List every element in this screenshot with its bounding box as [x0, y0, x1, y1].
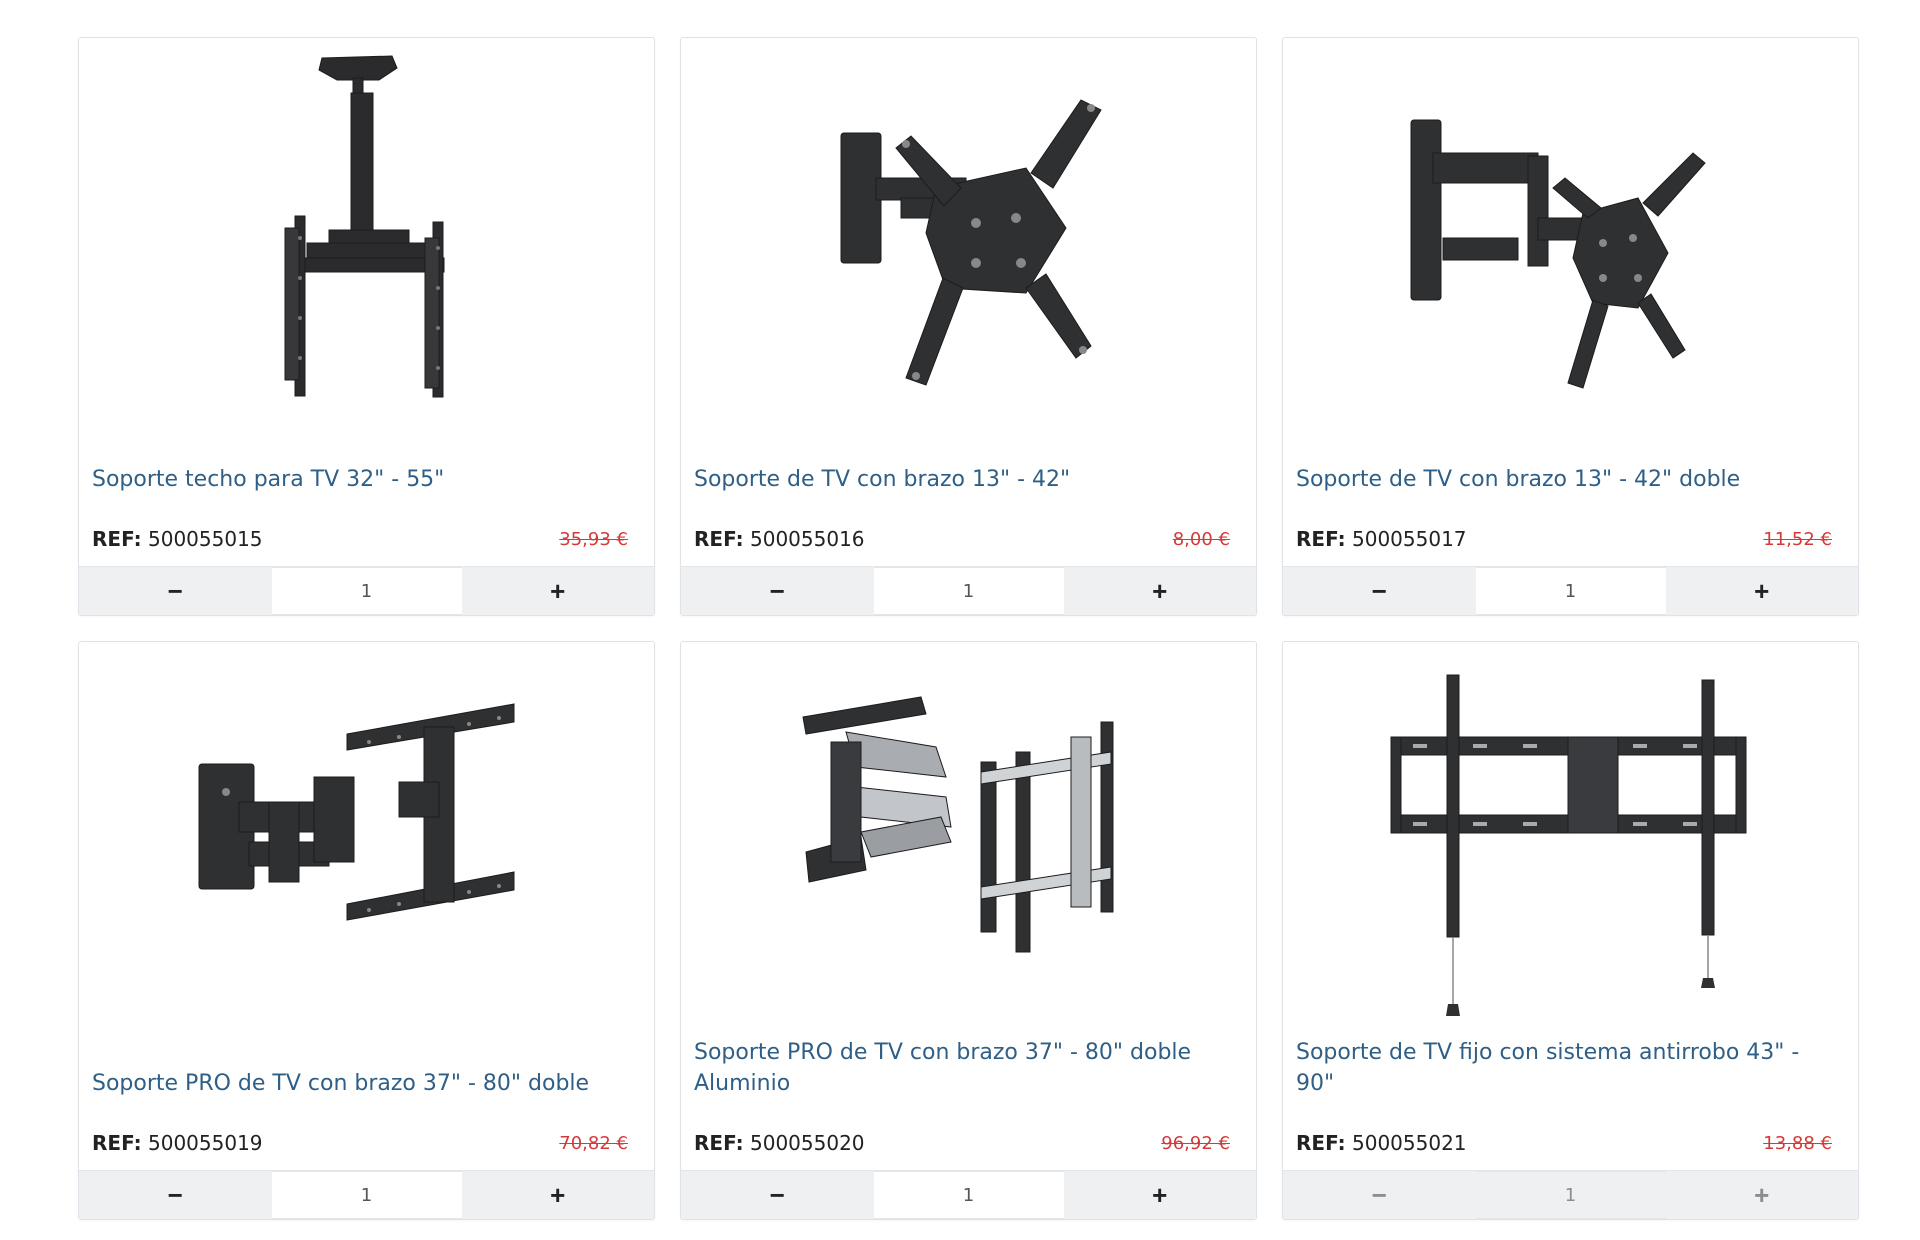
- ref-label: REF:: [92, 527, 142, 551]
- decrease-quantity-button[interactable]: −: [1283, 567, 1476, 615]
- old-price: 13,88 €: [1763, 1132, 1832, 1154]
- ref-row: REF: 500055017 11,52 €: [1296, 526, 1832, 552]
- ref-text: REF: 500055015: [92, 527, 263, 551]
- product-title[interactable]: Soporte techo para TV 32" - 55": [92, 464, 634, 495]
- product-card: Soporte de TV con brazo 13" - 42" doble …: [1282, 37, 1859, 616]
- product-image[interactable]: [681, 38, 1256, 448]
- old-price: 70,82 €: [559, 1132, 628, 1154]
- pro-aluminium-arm-tv-mount-icon: [802, 696, 1114, 953]
- ref-text: REF: 500055017: [1296, 527, 1467, 551]
- pro-double-arm-tv-mount-icon: [198, 703, 515, 921]
- decrease-quantity-button[interactable]: −: [79, 1171, 272, 1219]
- quantity-input[interactable]: [271, 1171, 462, 1219]
- old-price: 11,52 €: [1763, 528, 1832, 550]
- product-image[interactable]: [1283, 642, 1858, 1052]
- decrease-quantity-button[interactable]: −: [681, 567, 874, 615]
- product-title[interactable]: Soporte de TV con brazo 13" - 42" doble: [1296, 464, 1838, 495]
- ref-value: 500055020: [750, 1131, 865, 1155]
- ref-value: 500055019: [148, 1131, 263, 1155]
- decrease-quantity-button[interactable]: −: [79, 567, 272, 615]
- increase-quantity-button[interactable]: +: [462, 567, 655, 615]
- product-image[interactable]: [79, 38, 654, 448]
- ref-label: REF:: [92, 1131, 142, 1155]
- product-card: Soporte PRO de TV con brazo 37" - 80" do…: [680, 641, 1257, 1220]
- quantity-input[interactable]: [271, 567, 462, 615]
- ref-label: REF:: [1296, 527, 1346, 551]
- decrease-quantity-button[interactable]: −: [1283, 1171, 1476, 1219]
- fixed-antitheft-tv-mount-icon: [1390, 674, 1747, 1016]
- ref-value: 500055016: [750, 527, 865, 551]
- double-arm-tv-mount-icon: [1410, 119, 1706, 389]
- old-price: 8,00 €: [1172, 528, 1230, 550]
- product-title[interactable]: Soporte PRO de TV con brazo 37" - 80" do…: [694, 1037, 1236, 1099]
- product-card: Soporte PRO de TV con brazo 37" - 80" do…: [78, 641, 655, 1220]
- quantity-stepper: − +: [681, 566, 1256, 615]
- quantity-stepper: − +: [681, 1170, 1256, 1219]
- increase-quantity-button[interactable]: +: [1666, 567, 1859, 615]
- product-card: Soporte techo para TV 32" - 55" REF: 500…: [78, 37, 655, 616]
- ref-label: REF:: [1296, 1131, 1346, 1155]
- ref-row: REF: 500055020 96,92 €: [694, 1130, 1230, 1156]
- ref-label: REF:: [694, 527, 744, 551]
- increase-quantity-button[interactable]: +: [462, 1171, 655, 1219]
- ref-text: REF: 500055021: [1296, 1131, 1467, 1155]
- product-grid: Soporte techo para TV 32" - 55" REF: 500…: [78, 37, 1860, 1220]
- product-title[interactable]: Soporte de TV con brazo 13" - 42": [694, 464, 1236, 495]
- ref-value: 500055017: [1352, 527, 1467, 551]
- product-title[interactable]: Soporte de TV fijo con sistema antirrobo…: [1296, 1037, 1838, 1099]
- quantity-stepper: − +: [1283, 1170, 1858, 1219]
- product-image[interactable]: [79, 642, 654, 1052]
- old-price: 35,93 €: [559, 528, 628, 550]
- ceiling-tv-mount-icon: [284, 55, 445, 398]
- quantity-stepper: − +: [1283, 566, 1858, 615]
- quantity-input[interactable]: [873, 1171, 1064, 1219]
- quantity-stepper: − +: [79, 1170, 654, 1219]
- product-card: Soporte de TV con brazo 13" - 42" REF: 5…: [680, 37, 1257, 616]
- increase-quantity-button[interactable]: +: [1064, 567, 1257, 615]
- ref-value: 500055021: [1352, 1131, 1467, 1155]
- ref-row: REF: 500055016 8,00 €: [694, 526, 1230, 552]
- product-card: Soporte de TV fijo con sistema antirrobo…: [1282, 641, 1859, 1220]
- increase-quantity-button[interactable]: +: [1666, 1171, 1859, 1219]
- quantity-stepper: − +: [79, 566, 654, 615]
- product-image[interactable]: [1283, 38, 1858, 448]
- ref-label: REF:: [694, 1131, 744, 1155]
- quantity-input[interactable]: [1475, 1171, 1666, 1219]
- old-price: 96,92 €: [1161, 1132, 1230, 1154]
- increase-quantity-button[interactable]: +: [1064, 1171, 1257, 1219]
- product-image[interactable]: [681, 642, 1256, 1052]
- ref-text: REF: 500055020: [694, 1131, 865, 1155]
- ref-row: REF: 500055021 13,88 €: [1296, 1130, 1832, 1156]
- ref-row: REF: 500055019 70,82 €: [92, 1130, 628, 1156]
- ref-text: REF: 500055016: [694, 527, 865, 551]
- arm-tv-mount-icon: [840, 99, 1102, 386]
- product-title[interactable]: Soporte PRO de TV con brazo 37" - 80" do…: [92, 1068, 634, 1099]
- ref-text: REF: 500055019: [92, 1131, 263, 1155]
- quantity-input[interactable]: [873, 567, 1064, 615]
- quantity-input[interactable]: [1475, 567, 1666, 615]
- ref-row: REF: 500055015 35,93 €: [92, 526, 628, 552]
- ref-value: 500055015: [148, 527, 263, 551]
- decrease-quantity-button[interactable]: −: [681, 1171, 874, 1219]
